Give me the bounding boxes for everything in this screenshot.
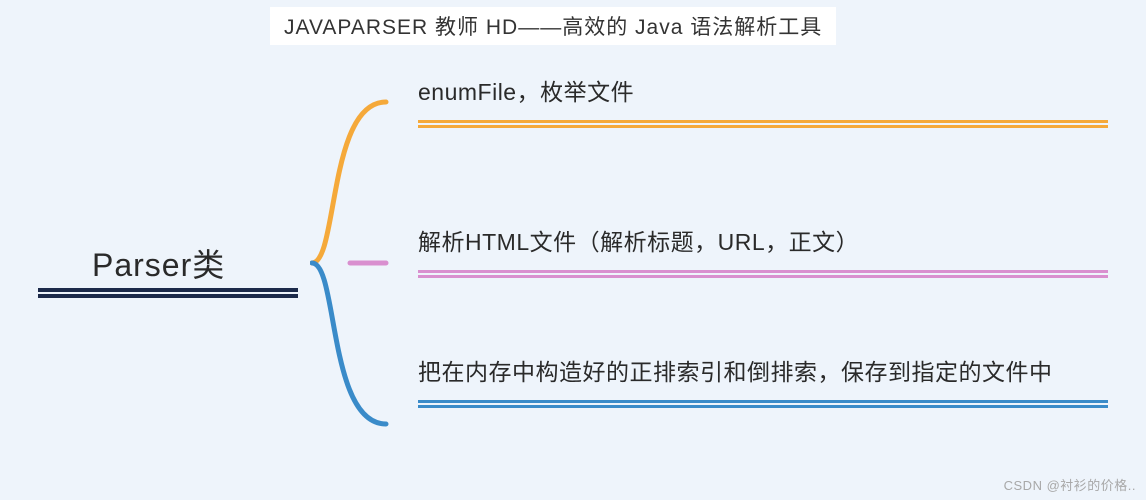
child-node-3-underline bbox=[418, 400, 1108, 408]
child-node-1-label: enumFile，枚举文件 bbox=[418, 75, 1108, 110]
child-node-2-underline bbox=[418, 270, 1108, 278]
child-node-3-label: 把在内存中构造好的正排索引和倒排索，保存到指定的文件中 bbox=[418, 355, 1108, 390]
child-node-3: 把在内存中构造好的正排索引和倒排索，保存到指定的文件中 bbox=[418, 355, 1108, 408]
child-node-2-label: 解析HTML文件（解析标题，URL，正文） bbox=[418, 225, 1108, 260]
child-node-2: 解析HTML文件（解析标题，URL，正文） bbox=[418, 225, 1108, 278]
page-title: JAVAPARSER 教师 HD——高效的 Java 语法解析工具 bbox=[270, 7, 836, 45]
child-node-1-underline bbox=[418, 120, 1108, 128]
bracket-connector bbox=[310, 72, 390, 454]
root-node-underline bbox=[38, 288, 298, 298]
watermark: CSDN @衬衫的价格.. bbox=[1004, 475, 1136, 494]
child-node-1: enumFile，枚举文件 bbox=[418, 75, 1108, 128]
root-node-label: Parser类 bbox=[92, 240, 225, 286]
